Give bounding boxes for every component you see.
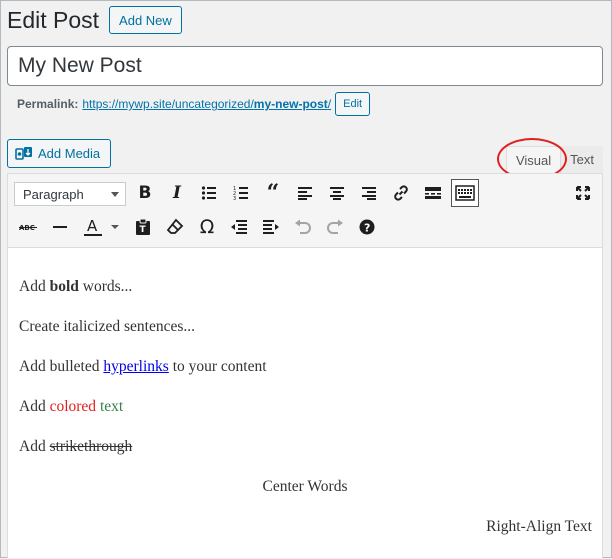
toolbar-toggle-icon[interactable]	[451, 179, 479, 207]
text-span: Create italicized sentences...	[19, 318, 196, 335]
editor-tabs: Visual Text	[505, 145, 603, 173]
red-text: colored	[49, 398, 97, 415]
content-paragraph-link: Add bulleted hyperlinks to your content	[19, 358, 267, 376]
svg-text:T: T	[140, 225, 147, 235]
svg-text:3: 3	[233, 196, 236, 201]
add-media-button[interactable]: Add Media	[7, 139, 112, 168]
tinymce-editor: Paragraph B I 123 “ A T Ω ? Add bold wor…	[7, 173, 603, 558]
text-color-icon[interactable]: A	[78, 213, 124, 241]
permalink-url-suffix: /	[327, 97, 332, 111]
bulleted-list-icon[interactable]	[195, 179, 223, 207]
toolbar-row-1: Paragraph B I 123 “	[8, 179, 602, 209]
chevron-down-icon	[111, 192, 119, 197]
increase-indent-icon[interactable]	[257, 213, 285, 241]
green-text: text	[99, 398, 124, 415]
text-span: Add	[19, 278, 50, 295]
text-span: Add	[19, 438, 50, 455]
svg-text:?: ?	[364, 222, 370, 235]
tab-visual[interactable]: Visual	[505, 146, 562, 173]
bold-text: bold	[49, 278, 79, 295]
post-title-input[interactable]: My New Post	[7, 46, 603, 86]
permalink-edit-button[interactable]: Edit	[335, 92, 371, 116]
insert-link-icon[interactable]	[387, 179, 415, 207]
fullscreen-icon[interactable]	[569, 179, 597, 207]
align-center-icon[interactable]	[323, 179, 351, 207]
add-media-icon	[15, 146, 32, 160]
text-span: to your content	[168, 358, 267, 375]
text-span: words...	[78, 278, 133, 295]
content-paragraph-bold: Add bold words...	[19, 278, 132, 296]
editor-toolbar: Paragraph B I 123 “ A T Ω ?	[8, 174, 602, 248]
permalink-label: Permalink:	[17, 97, 79, 111]
special-character-icon[interactable]: Ω	[193, 213, 221, 241]
add-media-label: Add Media	[38, 146, 101, 161]
format-select-value: Paragraph	[23, 186, 84, 202]
decrease-indent-icon[interactable]	[225, 213, 253, 241]
bold-icon[interactable]: B	[131, 179, 159, 207]
permalink-link[interactable]: https://mywp.site/uncategorized/my-new-p…	[82, 97, 331, 111]
read-more-icon[interactable]	[419, 179, 447, 207]
page-title: Edit Post	[7, 6, 100, 33]
horizontal-line-icon[interactable]	[46, 213, 74, 241]
editor-content[interactable]: Add bold words... Create italicized sent…	[8, 248, 602, 559]
text-span: Add bulleted	[19, 358, 104, 375]
strikethrough-text: strikethrough	[49, 438, 133, 455]
page-header: Edit Post Add New	[7, 4, 182, 36]
content-paragraph-right-aligned: Right-Align Text	[486, 518, 592, 535]
clear-formatting-icon[interactable]	[161, 213, 189, 241]
content-paragraph-strikethrough: Add strikethrough	[19, 438, 132, 456]
numbered-list-icon[interactable]: 123	[227, 179, 255, 207]
blockquote-icon[interactable]: “	[259, 179, 287, 207]
paste-as-text-icon[interactable]: T	[129, 213, 157, 241]
permalink-slug: my-new-post	[253, 97, 328, 111]
permalink-row: Permalink: https://mywp.site/uncategoriz…	[17, 92, 371, 116]
text-span: Add	[19, 398, 50, 415]
hyperlink[interactable]: hyperlinks	[103, 358, 168, 375]
strikethrough-icon[interactable]: ABC	[14, 213, 42, 241]
italic-icon[interactable]: I	[163, 179, 191, 207]
undo-icon[interactable]	[289, 213, 317, 241]
content-paragraph-italic: Create italicized sentences...	[19, 318, 195, 336]
content-paragraph-centered: Center Words	[262, 478, 348, 495]
permalink-url-prefix: https://mywp.site/uncategorized/	[82, 97, 254, 111]
tab-text[interactable]: Text	[561, 146, 603, 173]
redo-icon[interactable]	[321, 213, 349, 241]
keyboard-shortcuts-icon[interactable]: ?	[353, 213, 381, 241]
add-new-button[interactable]: Add New	[109, 6, 182, 34]
toolbar-row-2: ABC A T Ω	[8, 213, 602, 243]
content-paragraph-colored: Add colored text	[19, 398, 123, 416]
format-select[interactable]: Paragraph	[14, 182, 126, 206]
svg-text:A: A	[87, 217, 98, 235]
align-left-icon[interactable]	[291, 179, 319, 207]
align-right-icon[interactable]	[355, 179, 383, 207]
